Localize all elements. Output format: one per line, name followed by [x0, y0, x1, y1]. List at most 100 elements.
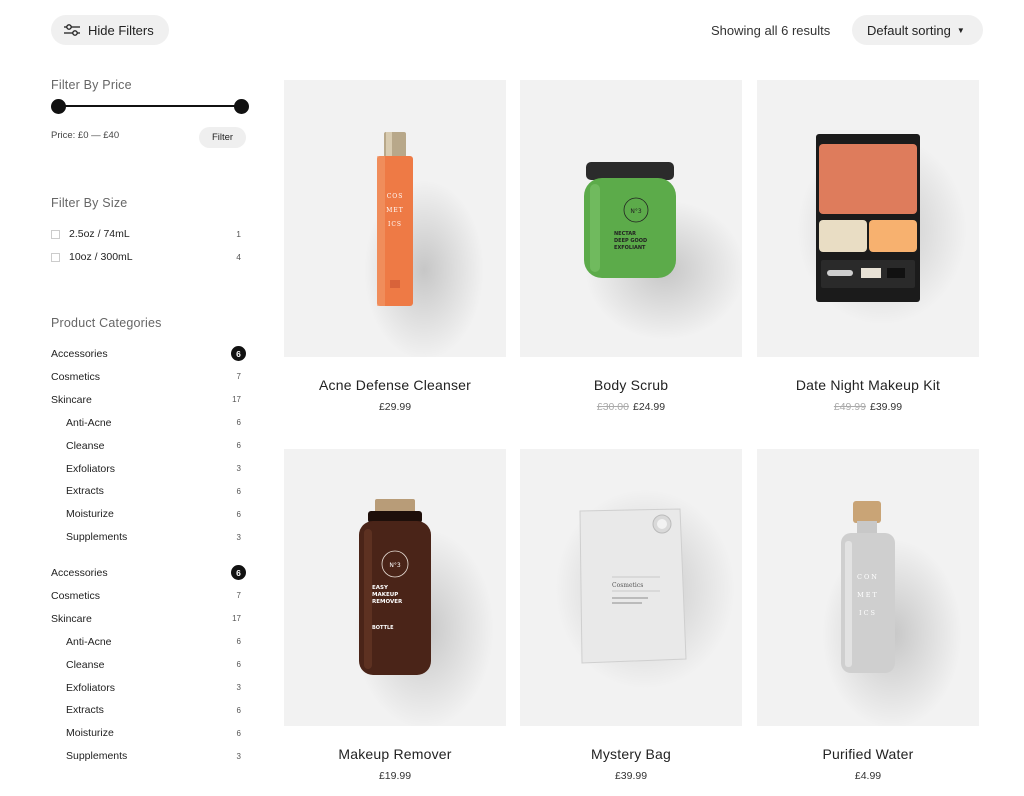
product-price: £39.99	[614, 770, 648, 782]
category-label: Extracts	[66, 485, 104, 498]
product-illustration: CON MET ICS	[822, 501, 962, 726]
product-illustration: COS MET ICS	[364, 132, 484, 357]
category-item[interactable]: Cleanse 6	[51, 658, 246, 672]
product-title[interactable]: Body Scrub	[520, 377, 742, 393]
bottle-label-text: MAKEUP	[372, 592, 398, 598]
checkbox[interactable]	[51, 229, 60, 239]
category-count: 6	[236, 728, 241, 738]
product-price: £4.99	[854, 770, 882, 782]
category-count: 6	[236, 660, 241, 670]
category-item[interactable]: Moisturize 6	[51, 507, 246, 521]
category-count: 3	[236, 464, 241, 473]
filter-sliders-icon	[64, 24, 80, 36]
category-count: 6	[236, 418, 241, 428]
category-label: Skincare	[51, 612, 92, 625]
price-slider-track[interactable]	[59, 105, 243, 107]
category-item[interactable]: Supplements 3	[51, 749, 246, 763]
product-card[interactable]: N°3 EASY MAKEUP REMOVER BOTTLE Makeup Remover…	[284, 449, 506, 782]
product-title[interactable]: Mystery Bag	[520, 746, 742, 762]
category-item[interactable]: Skincare 17	[51, 393, 246, 407]
filter-button[interactable]: Filter	[199, 127, 246, 148]
product-old-price: £49.99	[833, 401, 866, 413]
bottle-label-text: MET	[386, 207, 404, 214]
product-card[interactable]: Cosmetics Mystery Bag £39.99	[520, 449, 742, 782]
category-count-badge: 6	[231, 346, 246, 361]
price-slider-max-handle[interactable]	[234, 99, 249, 114]
size-option-label: 2.5oz / 74mL	[69, 228, 130, 240]
category-label: Moisturize	[66, 508, 114, 521]
size-option-label: 10oz / 300mL	[69, 251, 133, 263]
product-image[interactable]: N°3 NECTAR DEEP GOOD EXFOLIANT	[520, 80, 742, 357]
jar-label-text: DEEP GOOD	[614, 238, 647, 244]
category-item[interactable]: Cosmetics 7	[51, 370, 246, 384]
product-illustration: Cosmetics	[555, 489, 735, 689]
product-card[interactable]: Date Night Makeup Kit £49.99 £39.99	[757, 80, 979, 413]
product-price-row: £49.99 £39.99	[757, 401, 979, 413]
product-illustration: N°3 NECTARDEEP GOODEXFOLIANT	[584, 162, 742, 340]
category-label: Supplements	[66, 750, 128, 763]
product-price-row: £19.99	[284, 770, 506, 782]
checkbox[interactable]	[51, 252, 60, 262]
hide-filters-button[interactable]: Hide Filters	[51, 15, 169, 45]
bottle-label-text: REMOVER	[372, 599, 403, 605]
product-title[interactable]: Acne Defense Cleanser	[284, 377, 506, 393]
category-count: 6	[236, 637, 241, 647]
product-price-row: £39.99	[520, 770, 742, 782]
product-price: £24.99	[633, 401, 666, 413]
sort-label: Default sorting	[867, 22, 951, 38]
product-image[interactable]: N°3 EASY MAKEUP REMOVER BOTTLE	[284, 449, 506, 726]
product-card[interactable]: N°3 NECTAR DEEP GOOD EXFOLIANT Body Scrub £30…	[520, 80, 742, 413]
bottle-label-text: ICS	[859, 609, 877, 617]
product-card[interactable]: CON MET ICS Purified Water £4.99	[757, 449, 979, 782]
category-label: Cleanse	[66, 439, 105, 452]
product-card[interactable]: COS MET ICS Acne Defense Cleanser £29.99	[284, 80, 506, 413]
jar-label-text: EXFOLIANT	[614, 245, 646, 251]
category-count: 6	[236, 486, 241, 496]
category-label: Anti-Acne	[66, 635, 112, 648]
category-item[interactable]: Exfoliators 3	[51, 681, 246, 695]
product-title[interactable]: Purified Water	[757, 746, 979, 762]
category-item[interactable]: Anti-Acne 6	[51, 416, 246, 430]
category-label: Exfoliators	[66, 462, 116, 475]
product-image[interactable]	[757, 80, 979, 357]
category-item[interactable]: Anti-Acne 6	[51, 635, 246, 649]
results-count: Showing all 6 results	[711, 23, 831, 38]
category-count: 7	[236, 372, 241, 382]
size-option[interactable]: 2.5oz / 74mL 1	[51, 227, 241, 241]
price-slider-min-handle[interactable]	[51, 99, 66, 114]
product-price: £39.99	[870, 401, 903, 413]
category-label: Accessories	[51, 348, 108, 360]
product-illustration: N°3 EASYMAKEUPREMOVER BOTTLE	[354, 499, 494, 726]
bottle-label-text: ICS	[388, 221, 402, 228]
sort-dropdown[interactable]: Default sorting ▼	[852, 15, 983, 45]
category-label: Moisturize	[66, 727, 114, 740]
jar-label-text: N°3	[630, 208, 641, 215]
product-image[interactable]: COS MET ICS	[284, 80, 506, 357]
category-count: 3	[236, 683, 241, 692]
product-image[interactable]: CON MET ICS	[757, 449, 979, 726]
product-title[interactable]: Date Night Makeup Kit	[757, 377, 979, 393]
size-option-count: 4	[236, 252, 241, 262]
hide-filters-label: Hide Filters	[88, 22, 154, 38]
category-item[interactable]: Cleanse 6	[51, 439, 246, 453]
category-item[interactable]: Supplements 3	[51, 530, 246, 544]
category-item[interactable]: Accessories 6	[51, 565, 246, 580]
category-label: Cleanse	[66, 658, 105, 671]
bottle-label-text: CON	[857, 573, 879, 581]
size-option-count: 1	[236, 229, 241, 239]
category-item[interactable]: Cosmetics 7	[51, 589, 246, 603]
product-image[interactable]: Cosmetics	[520, 449, 742, 726]
category-label: Accessories	[51, 567, 108, 579]
category-item[interactable]: Extracts 6	[51, 703, 246, 717]
category-item[interactable]: Moisturize 6	[51, 726, 246, 740]
category-count-badge: 6	[231, 565, 246, 580]
category-item[interactable]: Extracts 6	[51, 484, 246, 498]
category-label: Extracts	[66, 704, 104, 717]
product-title[interactable]: Makeup Remover	[284, 746, 506, 762]
category-item[interactable]: Skincare 17	[51, 612, 246, 626]
category-item[interactable]: Exfoliators 3	[51, 462, 246, 476]
bottle-label-text: N°3	[389, 562, 400, 569]
category-item[interactable]: Accessories 6	[51, 346, 246, 361]
product-price-row: £4.99	[757, 770, 979, 782]
size-option[interactable]: 10oz / 300mL 4	[51, 250, 241, 264]
